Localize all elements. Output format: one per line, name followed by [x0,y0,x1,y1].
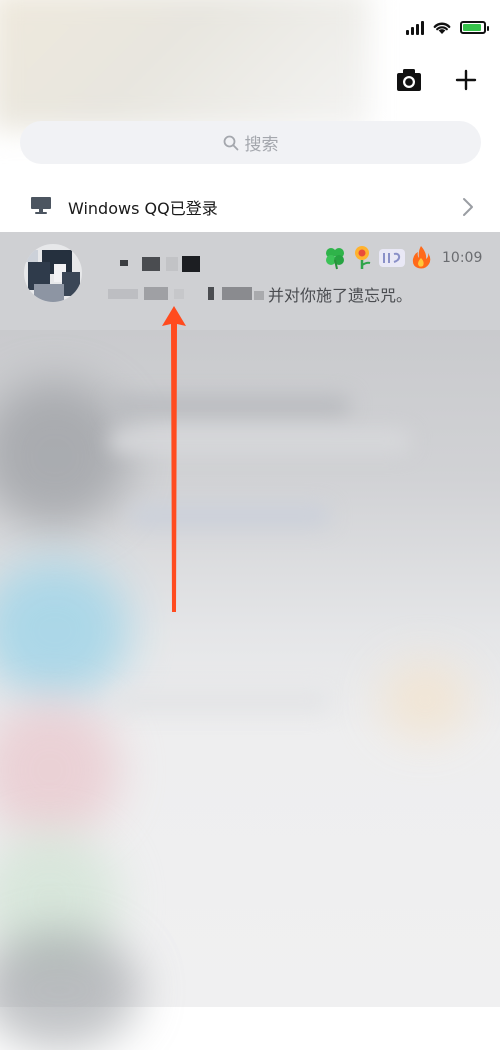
windows-login-label: Windows QQ已登录 [68,199,218,218]
blurred-text-line [110,690,330,712]
blurred-badge [380,660,470,740]
pixelated-contact-name [118,254,208,274]
add-button[interactable] [452,66,480,94]
wifi-icon [433,22,451,34]
monitor-icon [31,197,51,214]
battery-icon [460,21,489,34]
search-icon [223,135,238,150]
level-badge-icon [379,249,405,267]
flower-icon [355,246,371,269]
search-bar[interactable]: 搜索 [20,121,481,164]
blurred-header-background [0,0,370,130]
cellular-signal-icon [406,20,424,35]
status-bar-icons [406,20,489,35]
clover-icon [326,248,344,270]
avatar[interactable] [24,244,82,302]
blurred-text-line [110,395,350,417]
blurred-text-line [110,430,410,452]
camera-button[interactable] [395,67,423,93]
fire-icon [412,246,431,269]
search-placeholder: 搜索 [244,135,279,155]
chat-message-preview: 并对你施了遗忘咒。 [268,286,413,305]
chevron-right-icon [463,198,473,216]
chat-time: 10:09 [442,250,483,266]
annotation-arrow [162,306,186,612]
